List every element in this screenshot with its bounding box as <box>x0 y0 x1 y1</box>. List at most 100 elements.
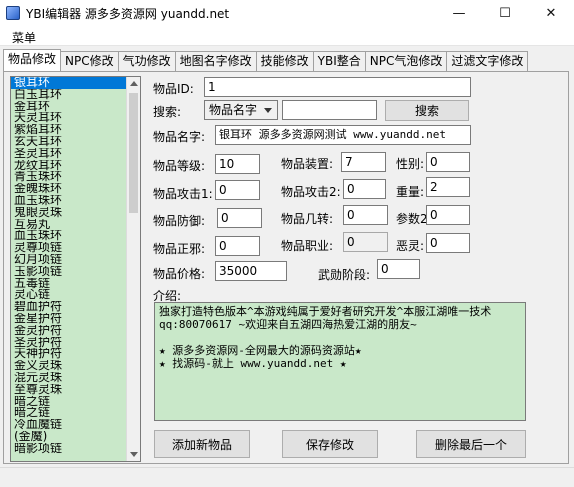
scroll-thumb[interactable] <box>129 93 138 213</box>
delete-last-button[interactable]: 删除最后一个 <box>416 430 526 458</box>
list-item[interactable]: 圣灵耳环 <box>11 148 140 160</box>
list-item[interactable]: 紫焰耳环 <box>11 124 140 136</box>
window-controls: — ☐ ✕ <box>436 0 574 26</box>
item-attack1-label: 物品攻击1: <box>153 187 213 201</box>
tab-skill-edit[interactable]: 技能修改 <box>255 51 314 71</box>
list-item[interactable]: 青玉珠环 <box>11 171 140 183</box>
list-item[interactable]: 天灵耳环 <box>11 112 140 124</box>
list-scrollbar[interactable] <box>126 77 140 461</box>
save-button[interactable]: 保存修改 <box>282 430 378 458</box>
gender-field[interactable]: 0 <box>426 152 470 172</box>
list-item[interactable]: 暗之链 <box>11 407 140 419</box>
tab-map-name-edit[interactable]: 地图名字修改 <box>174 51 257 71</box>
tab-filter-text-edit[interactable]: 过滤文字修改 <box>446 51 529 71</box>
item-defense-field[interactable]: 0 <box>217 208 262 228</box>
list-item[interactable]: 血玉珠环 <box>11 195 140 207</box>
list-item[interactable]: 金灵护符 <box>11 325 140 337</box>
weight-field[interactable]: 2 <box>426 177 470 197</box>
item-defense-label: 物品防御: <box>153 214 206 228</box>
title-bar: YBI编辑器 源多多资源网 yuandd.net — ☐ ✕ <box>0 0 574 26</box>
list-item[interactable]: 圣灵护符 <box>11 337 140 349</box>
list-item[interactable]: 天神护符 <box>11 348 140 360</box>
window-title: YBI编辑器 源多多资源网 yuandd.net <box>26 6 230 21</box>
list-item[interactable]: 暗影项链 <box>11 443 140 455</box>
item-id-field[interactable]: 1 <box>204 77 471 97</box>
list-item[interactable]: 血玉珠环 <box>11 230 140 242</box>
tab-item-edit[interactable]: 物品修改 <box>3 49 62 71</box>
app-icon <box>6 6 20 20</box>
tab-ybi-merge[interactable]: YBI整合 <box>312 51 366 71</box>
item-righteous-field[interactable]: 0 <box>215 236 260 256</box>
list-item[interactable]: 金义灵珠 <box>11 360 140 372</box>
tab-qigong-edit[interactable]: 气功修改 <box>117 51 176 71</box>
list-item[interactable]: 玄天耳环 <box>11 136 140 148</box>
list-item[interactable]: 金魄珠环 <box>11 183 140 195</box>
search-input[interactable] <box>282 100 377 120</box>
list-item[interactable]: 互易丸 <box>11 219 140 231</box>
list-item[interactable]: 龙纹耳环 <box>11 160 140 172</box>
scroll-down-icon[interactable] <box>130 452 138 457</box>
tab-npc-edit[interactable]: NPC修改 <box>60 51 119 71</box>
tab-npc-bubble-edit[interactable]: NPC气泡修改 <box>364 51 448 71</box>
item-id-label: 物品ID: <box>153 82 194 96</box>
item-job-field: 0 <box>343 232 388 252</box>
add-item-button[interactable]: 添加新物品 <box>154 430 250 458</box>
item-turn-label: 物品几转: <box>281 212 334 226</box>
item-price-label: 物品价格: <box>153 267 206 281</box>
item-price-field[interactable]: 35000 <box>215 261 287 281</box>
item-level-field[interactable]: 10 <box>215 154 260 174</box>
weight-label: 重量: <box>396 185 425 199</box>
item-attack1-field[interactable]: 0 <box>215 180 260 200</box>
search-type-value: 物品名字 <box>209 103 258 117</box>
list-item[interactable]: 灵心链 <box>11 289 140 301</box>
scroll-up-icon[interactable] <box>130 81 138 86</box>
evil-field[interactable]: 0 <box>426 233 470 253</box>
item-equip-field[interactable]: 7 <box>341 152 386 172</box>
menu-item-main[interactable]: 菜单 <box>12 29 36 46</box>
list-item[interactable]: 暗之链 <box>11 396 140 408</box>
search-label: 搜索: <box>153 105 182 119</box>
list-item[interactable]: 金星护符 <box>11 313 140 325</box>
chevron-down-icon <box>264 108 272 113</box>
item-name-field[interactable]: 银耳环 源多多资源网测试 www.yuandd.net <box>215 125 471 145</box>
param2-field[interactable]: 0 <box>426 205 470 225</box>
description-line: ★ 找源码-就上 www.yuandd.net ★ <box>159 357 347 370</box>
item-name-label: 物品名字: <box>153 130 206 144</box>
list-item[interactable]: 银耳环 <box>11 77 140 89</box>
list-item[interactable]: 五毒链 <box>11 278 140 290</box>
item-turn-field[interactable]: 0 <box>343 205 388 225</box>
description-line: qq:80070617 ~欢迎来自五湖四海热爱江湖的朋友~ <box>159 318 417 331</box>
maximize-button[interactable]: ☐ <box>482 0 528 26</box>
list-item[interactable]: 金耳环 <box>11 101 140 113</box>
list-item[interactable]: 灵尊项链 <box>11 242 140 254</box>
item-level-label: 物品等级: <box>153 159 206 173</box>
item-attack2-label: 物品攻击2: <box>281 185 341 199</box>
item-attack2-field[interactable]: 0 <box>343 179 386 199</box>
list-item[interactable]: 玉影项链 <box>11 266 140 278</box>
description-textarea[interactable]: 独家打造特色版本^本游戏纯属于爱好者研究开发^本服江湖唯一技术 qq:80070… <box>154 302 526 421</box>
item-job-label: 物品职业: <box>281 239 334 253</box>
menu-bar: 菜单 <box>0 26 574 46</box>
list-item[interactable]: 幻月项链 <box>11 254 140 266</box>
minimize-button[interactable]: — <box>436 0 482 26</box>
list-item[interactable]: 鬼眼灵珠 <box>11 207 140 219</box>
description-line: 独家打造特色版本^本游戏纯属于爱好者研究开发^本服江湖唯一技术 <box>159 305 492 318</box>
item-righteous-label: 物品正邪: <box>153 242 206 256</box>
gender-label: 性别: <box>396 157 425 171</box>
search-button[interactable]: 搜索 <box>385 100 469 121</box>
status-bar <box>0 467 574 487</box>
item-list[interactable]: 银耳环 白玉耳环 金耳环 天灵耳环 紫焰耳环 玄天耳环 圣灵耳环 龙纹耳环 青玉… <box>10 76 141 462</box>
list-item[interactable]: 白玉耳环 <box>11 89 140 101</box>
list-item[interactable]: (金魔) <box>11 431 140 443</box>
close-button[interactable]: ✕ <box>528 0 574 26</box>
search-type-select[interactable]: 物品名字 <box>204 100 278 120</box>
evil-label: 恶灵: <box>396 239 425 253</box>
description-line <box>159 331 521 344</box>
list-item[interactable]: 混元灵珠 <box>11 372 140 384</box>
tab-strip: 物品修改 NPC修改 气功修改 地图名字修改 技能修改 YBI整合 NPC气泡修… <box>3 49 529 72</box>
list-item[interactable]: 至尊灵珠 <box>11 384 140 396</box>
list-item[interactable]: 冷血魔链 <box>11 419 140 431</box>
martial-stage-field[interactable]: 0 <box>377 259 420 279</box>
martial-stage-label: 武勋阶段: <box>318 268 371 282</box>
list-item[interactable]: 碧血护符 <box>11 301 140 313</box>
